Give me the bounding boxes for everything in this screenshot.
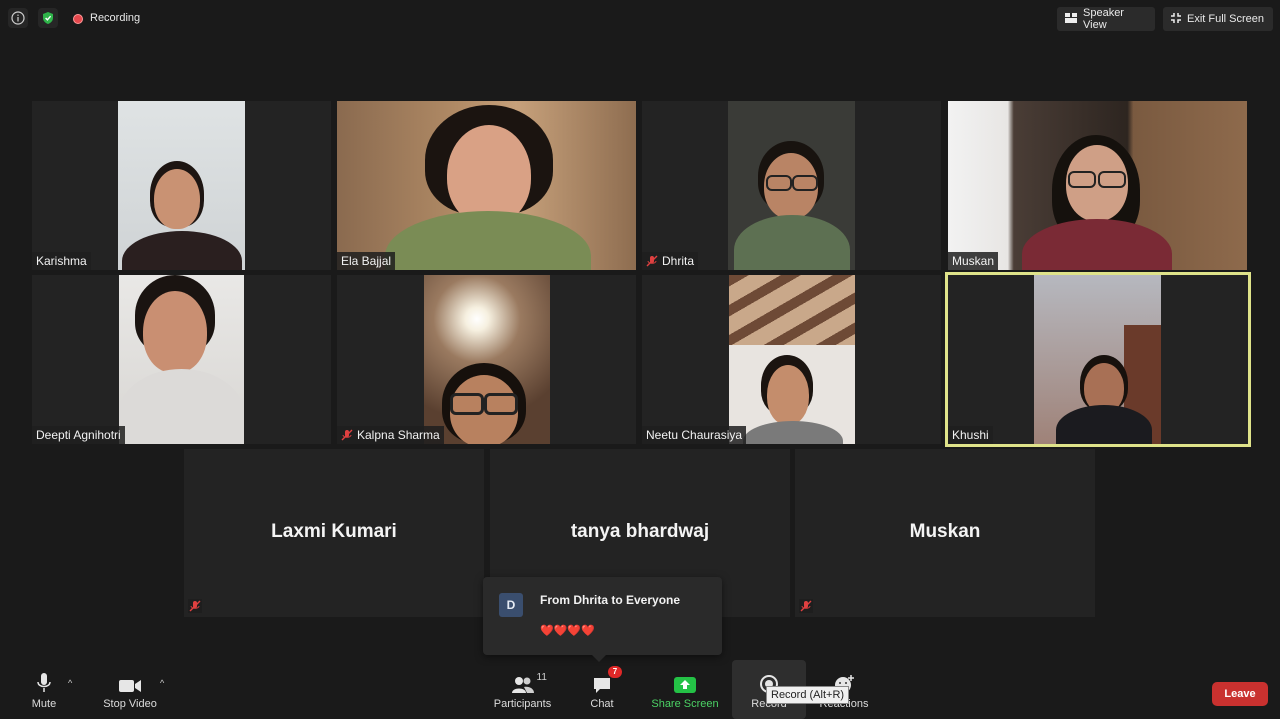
recording-indicator-icon	[73, 14, 83, 24]
participant-name-label: Ela Bajjal	[337, 252, 396, 270]
share-screen-icon	[673, 670, 697, 694]
exit-full-screen-button[interactable]: Exit Full Screen	[1163, 7, 1273, 31]
no-video-tile[interactable]: Muskan	[795, 449, 1095, 617]
share-screen-button[interactable]: Share Screen	[650, 660, 720, 719]
participant-name-label: Karishma	[32, 252, 91, 270]
participant-video	[337, 101, 636, 270]
chat-button[interactable]: 7 Chat	[585, 660, 622, 719]
video-camera-icon	[118, 670, 142, 694]
exit-fullscreen-icon	[1170, 12, 1182, 27]
speaker-view-label: Speaker View	[1083, 7, 1124, 31]
share-screen-label: Share Screen	[651, 697, 719, 710]
participant-name-label: Deepti Agnihotri	[32, 426, 125, 444]
video-tile[interactable]: Dhrita	[642, 101, 941, 270]
participant-name: Muskan	[909, 521, 981, 542]
video-tile[interactable]: Kalpna Sharma	[337, 275, 636, 444]
participant-name-label: Khushi	[948, 426, 993, 444]
participant-name-label: Muskan	[948, 252, 999, 270]
participant-video	[729, 275, 855, 444]
no-video-tile[interactable]: Laxmi Kumari	[184, 449, 484, 617]
participant-video	[1034, 275, 1161, 444]
mute-button[interactable]: Mute	[24, 660, 64, 719]
chat-label: Chat	[590, 697, 614, 710]
info-icon[interactable]	[8, 8, 28, 28]
participant-video	[948, 101, 1247, 270]
participant-name: Laxmi Kumari	[271, 521, 397, 542]
grid-view-icon	[1064, 12, 1078, 27]
video-options-chevron-icon[interactable]: ^	[160, 678, 164, 688]
speaker-view-button[interactable]: Speaker View	[1057, 7, 1155, 31]
recording-label: Recording	[90, 12, 141, 24]
mic-muted-icon	[341, 429, 353, 441]
stop-video-button[interactable]: Stop Video	[96, 660, 164, 719]
mute-label: Mute	[31, 697, 57, 710]
video-tile[interactable]: Deepti Agnihotri	[32, 275, 331, 444]
participants-count: 11	[536, 671, 547, 683]
video-tile[interactable]: Muskan	[948, 101, 1247, 270]
participant-name-label: Kalpna Sharma	[337, 426, 444, 444]
video-tile-active-speaker[interactable]: Khushi	[945, 272, 1251, 447]
record-tooltip: Record (Alt+R)	[766, 686, 850, 704]
video-tile[interactable]: Neetu Chaurasiya	[642, 275, 941, 444]
exit-fullscreen-label: Exit Full Screen	[1187, 13, 1265, 25]
chat-sender-label: From Dhrita to Everyone	[540, 593, 681, 607]
video-tile[interactable]: Karishma	[32, 101, 331, 270]
participant-video	[118, 101, 245, 270]
video-tile[interactable]: Ela Bajjal	[337, 101, 636, 270]
chat-bubble-icon: 7	[592, 665, 622, 694]
stop-video-label: Stop Video	[103, 697, 157, 710]
shield-icon[interactable]	[38, 8, 58, 28]
mic-muted-icon	[646, 255, 658, 267]
sender-avatar: D	[499, 593, 523, 617]
mic-muted-icon	[188, 599, 202, 613]
participant-video	[119, 275, 244, 444]
participant-video	[728, 101, 855, 270]
chat-message-text: ❤️❤️❤️❤️	[540, 625, 595, 637]
participant-name-label: Neetu Chaurasiya	[642, 426, 747, 444]
chat-message-popup[interactable]: D From Dhrita to Everyone ❤️❤️❤️❤️	[483, 577, 722, 655]
participants-label: Participants	[493, 697, 552, 710]
microphone-icon	[35, 670, 53, 694]
participant-video	[424, 275, 550, 444]
chat-unread-badge: 7	[608, 665, 622, 678]
mute-options-chevron-icon[interactable]: ^	[68, 678, 72, 688]
mic-muted-icon	[799, 599, 813, 613]
participants-icon: 11	[511, 670, 547, 694]
meeting-top-bar: Recording Speaker View Exit Full Screen	[0, 0, 1280, 38]
meeting-controls-toolbar: Mute ^ Stop Video ^ 11 Participants 7 Ch…	[0, 660, 1280, 719]
participant-name: tanya bhardwaj	[570, 521, 710, 542]
leave-meeting-button[interactable]: Leave	[1212, 682, 1268, 706]
participants-button[interactable]: 11 Participants	[490, 660, 555, 719]
participant-name-label: Dhrita	[642, 252, 699, 270]
